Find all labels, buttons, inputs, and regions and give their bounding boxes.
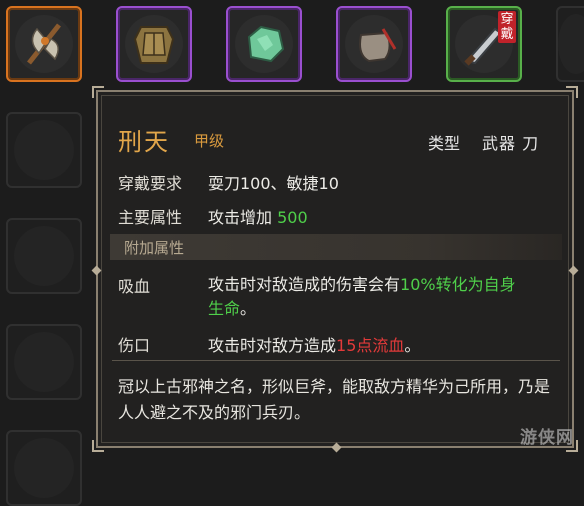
requirement-label: 穿戴要求 — [118, 174, 183, 193]
item-type-label: 类型 — [428, 134, 461, 153]
inventory-slot-empty[interactable] — [6, 112, 82, 188]
lifesteal-label: 吸血 — [118, 277, 151, 296]
slot-background — [14, 438, 74, 498]
corner-ornament — [92, 440, 104, 452]
slot-background — [15, 15, 73, 73]
lifesteal-highlight: 10%转化为自身 — [400, 275, 516, 294]
lifesteal-text: 攻击时对敌造成的伤害会有 — [208, 275, 401, 294]
inventory-slot-blade[interactable]: 穿戴 — [446, 6, 522, 82]
worn-badge: 穿戴 — [498, 11, 516, 43]
slot-background — [235, 15, 293, 73]
slot-background — [345, 15, 403, 73]
slot-background — [558, 14, 584, 74]
main-attribute-value: 500 — [277, 208, 308, 227]
lifesteal-description: 攻击时对敌造成的伤害会有10%转化为自身 生命。 — [208, 273, 548, 321]
inventory-slot-axe[interactable] — [6, 6, 82, 82]
main-attribute-row: 攻击增加 500 — [208, 204, 308, 228]
lifesteal-end: 。 — [240, 299, 257, 318]
item-tooltip: 刑天 甲级 类型 武器 刀 穿戴要求 耍刀100、敏捷10 主要属性 攻击增加 … — [91, 86, 579, 453]
item-type-value: 武器 刀 — [482, 134, 540, 153]
edge-ornament — [331, 442, 342, 453]
axe-icon — [27, 23, 61, 65]
lifesteal-highlight-cont: 生命 — [208, 299, 241, 318]
wound-description: 攻击时对敌方造成15点流血。 — [208, 332, 420, 356]
edge-ornament — [91, 265, 102, 276]
requirement-value: 耍刀100、敏捷10 — [208, 174, 339, 193]
watermark-logo: 游侠网 — [520, 428, 574, 448]
inventory-slot-empty[interactable] — [6, 324, 82, 400]
wound-highlight: 15点流血 — [336, 336, 405, 355]
item-lore-description: 冠以上古邪神之名，形似巨斧，能取敌方精华为己所用，乃是人人避之不及的邪门兵刃。 — [118, 377, 551, 422]
wound-end: 。 — [404, 336, 421, 355]
inventory-slot-pouch[interactable] — [336, 6, 412, 82]
slot-background — [125, 15, 183, 73]
corner-ornament — [566, 86, 578, 98]
inventory-slot-partial[interactable] — [556, 6, 584, 82]
pouch-icon — [359, 28, 397, 63]
inventory-slot-jade[interactable] — [226, 6, 302, 82]
inventory-slot-armor[interactable] — [116, 6, 192, 82]
inventory-slot-empty[interactable] — [6, 430, 82, 506]
extra-attributes-header: 附加属性 — [110, 234, 562, 260]
corner-ornament — [92, 86, 104, 98]
wound-label: 伤口 — [118, 336, 151, 355]
jade-icon — [247, 25, 285, 63]
slot-background — [14, 120, 74, 180]
item-grade: 甲级 — [194, 132, 225, 150]
main-attribute-text: 攻击增加 — [208, 208, 273, 227]
item-name: 刑天 — [118, 128, 170, 156]
slot-background — [14, 332, 74, 392]
inventory-slot-empty[interactable] — [6, 218, 82, 294]
edge-ornament — [568, 265, 579, 276]
main-attribute-label: 主要属性 — [118, 208, 183, 227]
divider — [112, 360, 560, 361]
slot-background — [14, 226, 74, 286]
armor-icon — [133, 26, 175, 64]
wound-text: 攻击时对敌方造成 — [208, 336, 337, 355]
extra-attributes-title: 附加属性 — [124, 239, 185, 257]
